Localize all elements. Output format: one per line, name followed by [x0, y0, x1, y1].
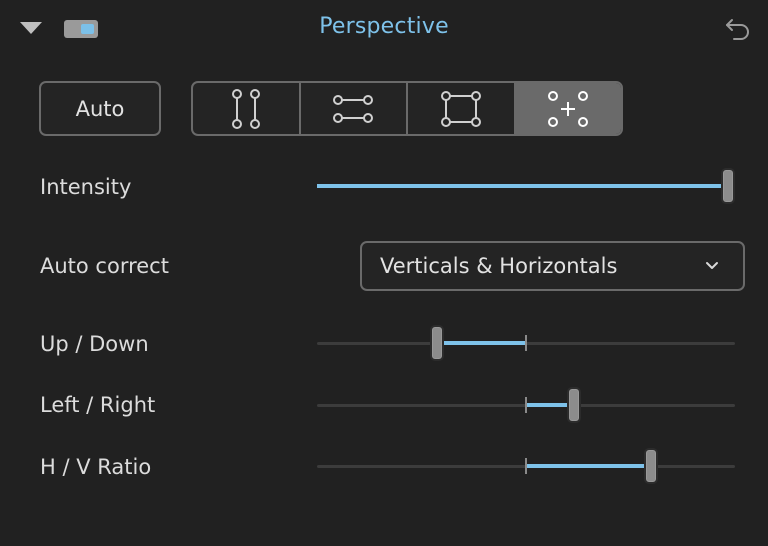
panel-title: Perspective: [319, 14, 449, 39]
slider-fill: [526, 464, 652, 468]
mode-eight-point-button[interactable]: [515, 83, 621, 134]
mode-horizontal-guides-button[interactable]: [301, 83, 408, 134]
hv-ratio-label: H / V Ratio: [40, 455, 152, 479]
left-right-slider[interactable]: [317, 387, 735, 423]
undo-icon[interactable]: [724, 16, 752, 42]
rectangle-guides-icon: [440, 90, 481, 127]
slider-thumb[interactable]: [430, 325, 445, 361]
mode-vertical-guides-button[interactable]: [193, 83, 301, 134]
slider-thumb[interactable]: [644, 448, 659, 484]
up-down-slider[interactable]: [317, 325, 735, 361]
slider-fill: [437, 341, 526, 345]
slider-thumb[interactable]: [567, 387, 582, 423]
slider-thumb[interactable]: [721, 168, 735, 204]
left-right-label: Left / Right: [40, 393, 156, 417]
auto-correct-label: Auto correct: [40, 254, 169, 278]
auto-correct-selected: Verticals & Horizontals: [380, 254, 618, 278]
intensity-label: Intensity: [40, 175, 132, 199]
slider-center-tick: [525, 397, 527, 413]
perspective-mode-group: [191, 81, 623, 136]
auto-button[interactable]: Auto: [39, 81, 161, 136]
slider-center-tick: [525, 335, 527, 351]
chevron-down-icon: [706, 262, 718, 269]
horizontal-guides-icon: [333, 94, 374, 123]
up-down-label: Up / Down: [40, 332, 149, 356]
intensity-slider[interactable]: [317, 168, 735, 204]
slider-center-tick: [525, 458, 527, 474]
vertical-guides-icon: [231, 88, 260, 129]
auto-correct-dropdown[interactable]: Verticals & Horizontals: [360, 241, 745, 291]
eight-point-icon: [548, 90, 589, 127]
perspective-panel: Perspective Auto Intensity Auto correct …: [0, 0, 768, 546]
slider-fill: [317, 184, 728, 188]
hv-ratio-slider[interactable]: [317, 448, 735, 484]
mode-rectangle-button[interactable]: [408, 83, 516, 134]
